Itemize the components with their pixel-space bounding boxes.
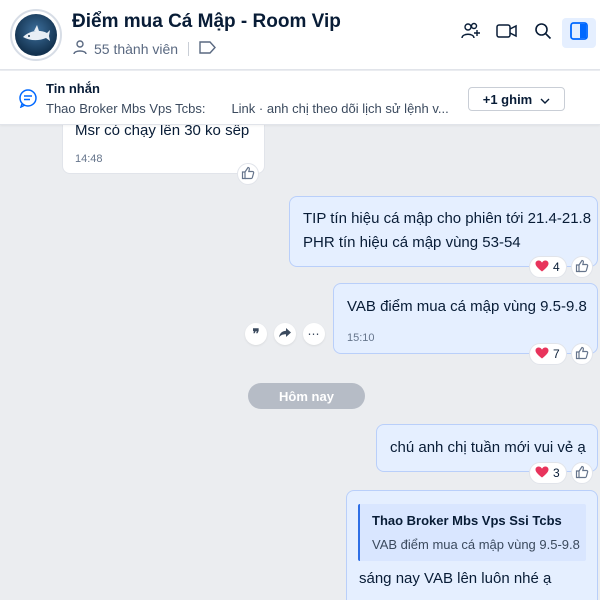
chat-title: Điểm mua Cá Mập - Room Vip xyxy=(72,11,341,32)
message-reactions: 7 xyxy=(529,343,593,365)
add-member-button[interactable] xyxy=(454,18,488,48)
pinned-label: Tin nhắn xyxy=(46,81,100,96)
divider xyxy=(188,41,190,56)
quoted-text: VAB điểm mua cá mập vùng 9.5-9.8 xyxy=(372,537,580,552)
message-reactions: 4 xyxy=(529,256,593,278)
thumbs-up-icon xyxy=(575,346,589,363)
message-text: chú anh chị tuần mới vui vẻ ạ xyxy=(390,439,586,456)
like-reaction-button[interactable] xyxy=(237,163,259,185)
reaction-count: 4 xyxy=(553,260,560,274)
user-icon xyxy=(72,39,88,58)
pinned-content: Link · anh chị theo dõi lịch sử lệnh v..… xyxy=(231,101,449,116)
forward-button[interactable] xyxy=(274,323,296,345)
heart-icon xyxy=(535,347,549,362)
message-line: TIP tín hiệu cá mập cho phiên tới 21.4-2… xyxy=(303,210,592,227)
like-reaction-button[interactable] xyxy=(570,462,593,484)
pinned-preview: Thao Broker Mbs Vps Tcbs: Link · anh chị … xyxy=(46,101,456,116)
quote-icon: ❞ xyxy=(252,326,260,342)
chat-subtitle: 55 thành viên xyxy=(72,39,217,58)
chevron-down-icon xyxy=(540,92,550,107)
reaction-count: 7 xyxy=(553,347,560,361)
video-call-button[interactable] xyxy=(490,18,524,48)
thumbs-up-icon xyxy=(575,465,589,482)
search-icon xyxy=(534,22,552,45)
search-button[interactable] xyxy=(526,18,560,48)
group-avatar[interactable] xyxy=(10,9,62,61)
like-reaction-button[interactable] xyxy=(570,256,593,278)
thumbs-up-icon xyxy=(575,259,589,276)
pinned-message-bar[interactable]: Tin nhắn Thao Broker Mbs Vps Tcbs: Link ·… xyxy=(0,71,600,125)
shark-logo-icon xyxy=(15,14,57,56)
message-icon xyxy=(18,88,38,113)
conversation-info-button[interactable] xyxy=(562,18,596,48)
video-icon xyxy=(496,23,518,44)
more-icon: ⋯ xyxy=(307,327,321,341)
quote-reply-button[interactable]: ❞ xyxy=(245,323,267,345)
more-actions-button[interactable]: ⋯ xyxy=(303,323,325,345)
message-text: VAB điểm mua cá mập vùng 9.5-9.8 xyxy=(347,298,587,315)
quoted-sender: Thao Broker Mbs Vps Ssi Tcbs xyxy=(372,513,562,528)
heart-reaction[interactable]: 4 xyxy=(529,256,567,278)
more-pins-label: +1 ghim xyxy=(482,91,533,107)
message-text: sáng nay VAB lên luôn nhé ạ xyxy=(359,570,552,587)
reaction-count: 3 xyxy=(553,466,560,480)
thumbs-up-icon xyxy=(241,166,255,183)
date-divider: Hôm nay xyxy=(248,383,365,409)
heart-icon xyxy=(535,466,549,481)
member-count[interactable]: 55 thành viên xyxy=(94,41,178,57)
chat-header: Điểm mua Cá Mập - Room Vip 55 thành viên xyxy=(0,0,600,70)
message-time: 14:48 xyxy=(75,153,103,165)
message-time: 15:10 xyxy=(347,332,375,344)
forward-icon xyxy=(279,325,291,343)
like-reaction-button[interactable] xyxy=(570,343,593,365)
tag-icon[interactable] xyxy=(199,40,217,57)
message-reactions: 3 xyxy=(529,462,593,484)
message-line: PHR tín hiệu cá mập vùng 53-54 xyxy=(303,234,521,251)
quoted-message[interactable]: Thao Broker Mbs Vps Ssi Tcbs VAB điểm mu… xyxy=(358,504,586,561)
pinned-sender: Thao Broker Mbs Vps Tcbs: xyxy=(46,101,206,116)
heart-reaction[interactable]: 3 xyxy=(529,462,567,484)
user-plus-icon xyxy=(461,21,481,46)
heart-icon xyxy=(535,260,549,275)
more-pins-button[interactable]: +1 ghim xyxy=(468,87,565,111)
heart-reaction[interactable]: 7 xyxy=(529,343,567,365)
sidebar-panel-icon xyxy=(570,21,588,45)
header-actions xyxy=(452,18,596,48)
